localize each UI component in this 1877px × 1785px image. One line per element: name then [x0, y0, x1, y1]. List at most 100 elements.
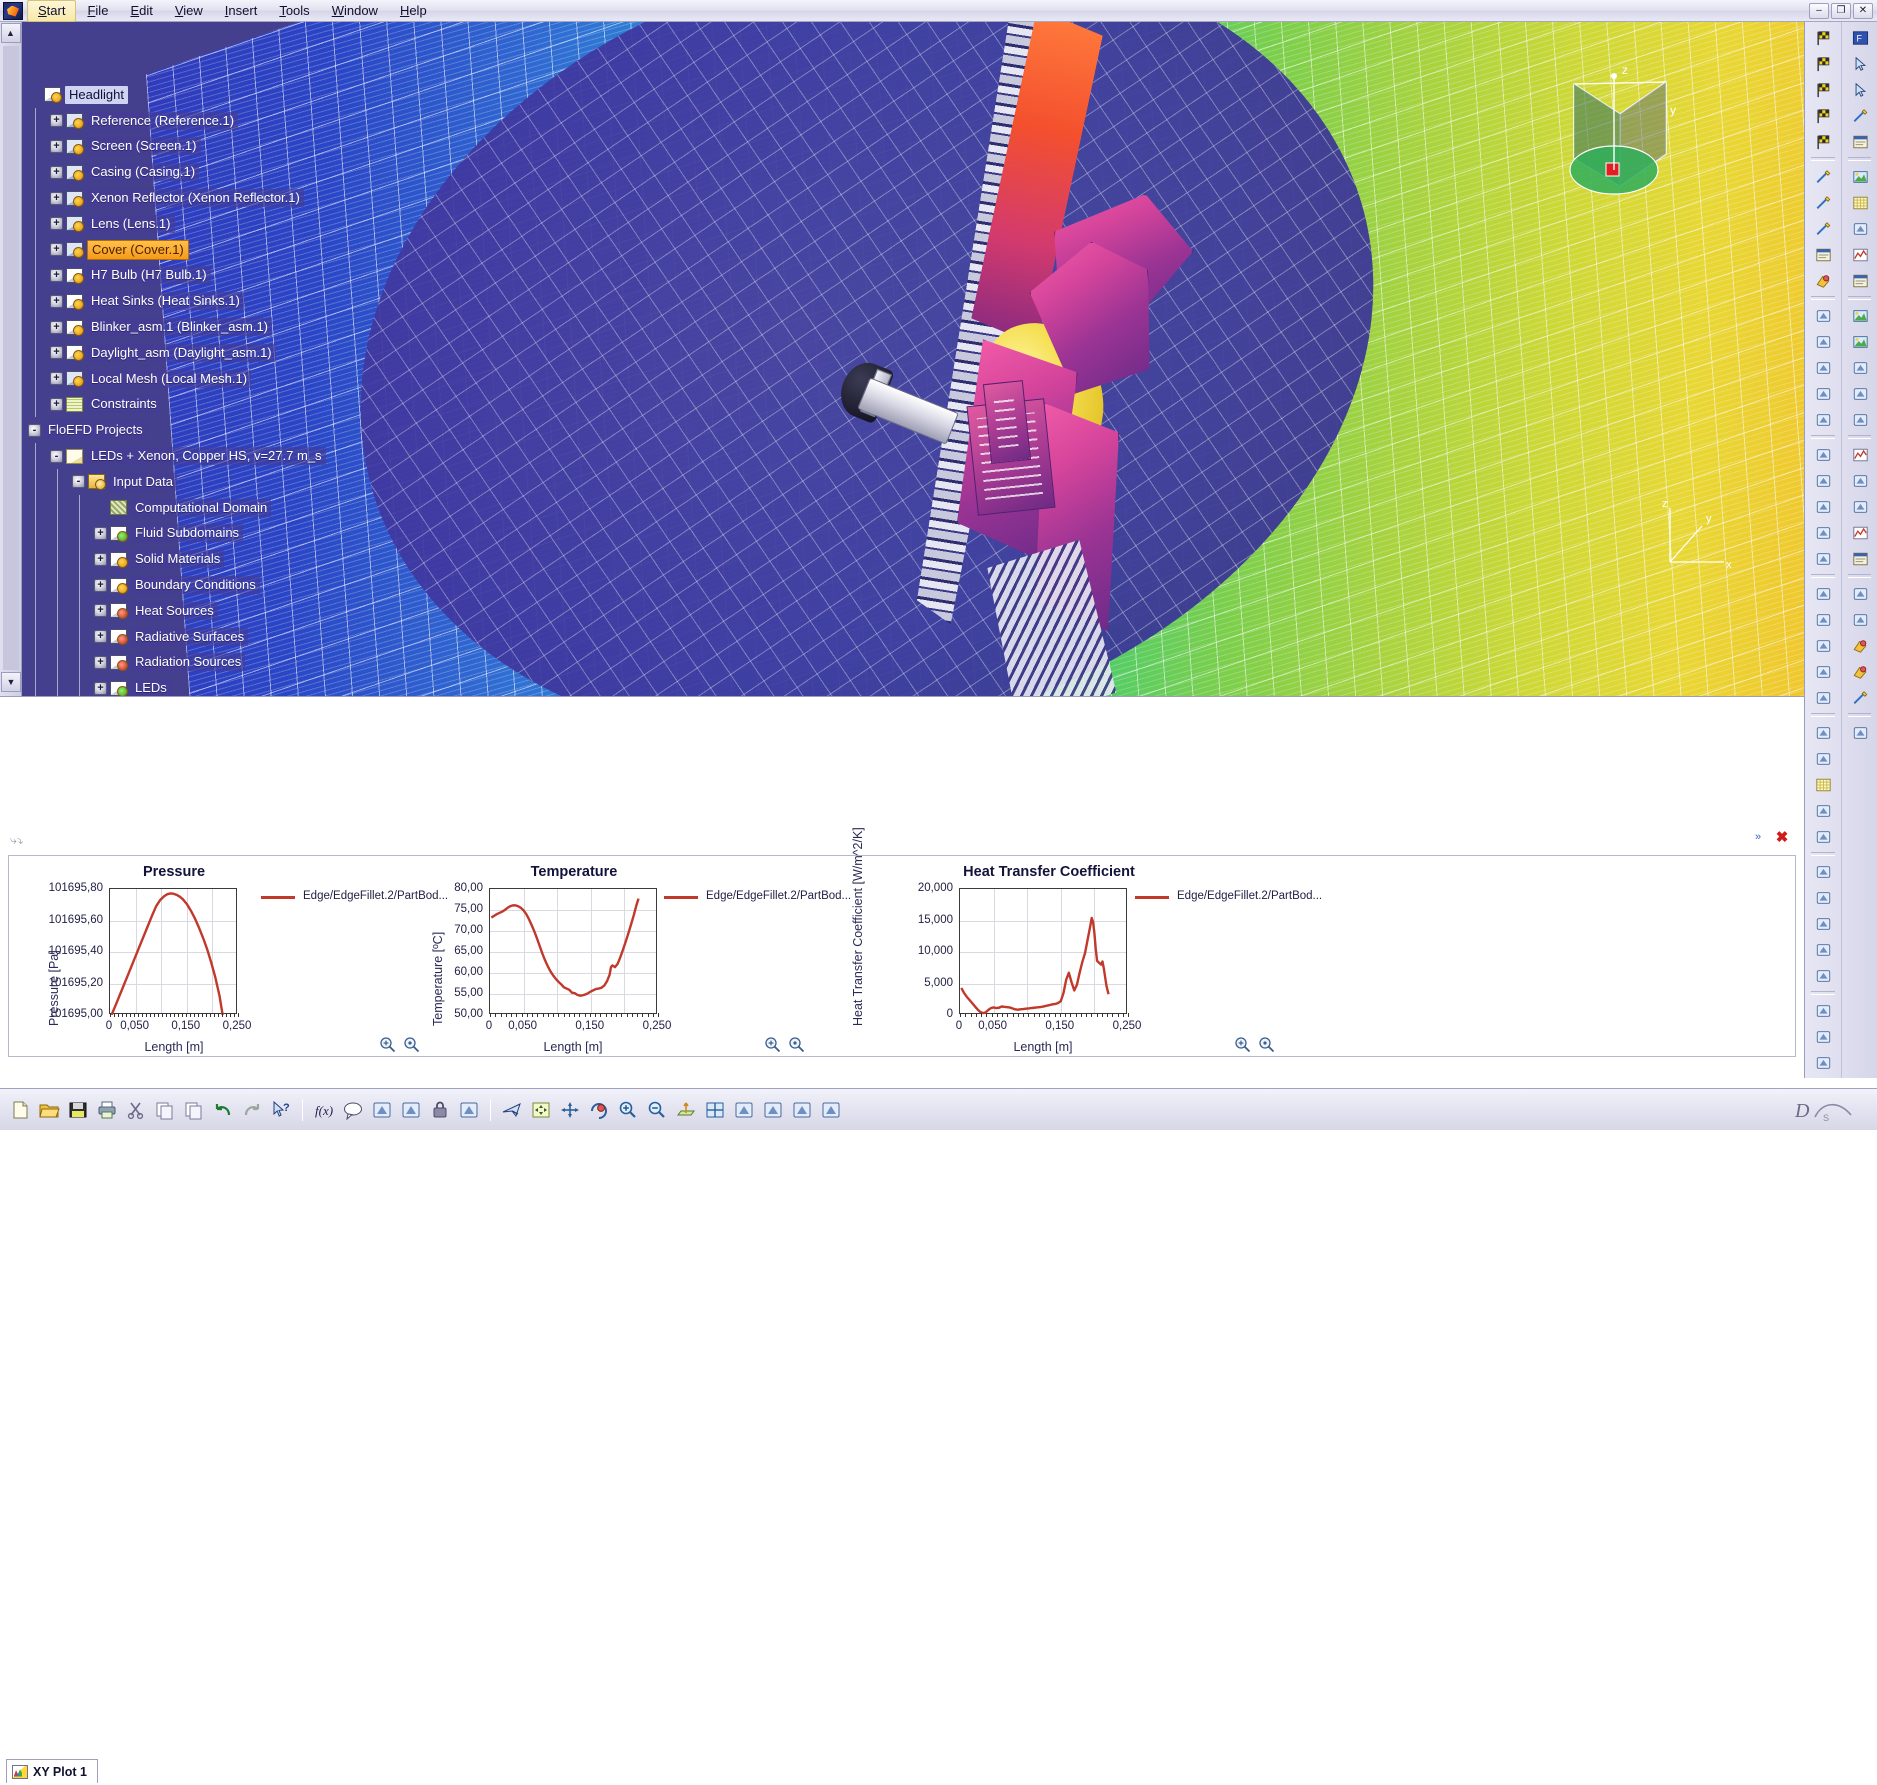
axis-icon[interactable] — [1808, 407, 1838, 432]
restore-button[interactable]: ❐ — [1831, 3, 1851, 19]
floefd-icon[interactable]: F — [1845, 25, 1875, 50]
undo-icon[interactable] — [209, 1096, 237, 1124]
tree-node-radiation-sources[interactable]: +Radiation Sources — [22, 650, 362, 676]
flag-point-icon[interactable] — [1808, 51, 1838, 76]
pattern-icon[interactable] — [1808, 772, 1838, 797]
tree-node-boundary-conditions[interactable]: +Boundary Conditions — [22, 572, 362, 598]
zoom-in-icon[interactable] — [764, 1036, 781, 1053]
report-icon[interactable] — [1845, 546, 1875, 571]
expand-node-icon[interactable]: + — [50, 166, 63, 179]
flag-curve-icon[interactable] — [1808, 129, 1838, 154]
measure-inertia-icon[interactable] — [1808, 216, 1838, 241]
plane-icon[interactable] — [1808, 329, 1838, 354]
draft-icon[interactable] — [1808, 659, 1838, 684]
surface-icon[interactable] — [1808, 963, 1838, 988]
collapse-node-icon[interactable]: - — [50, 450, 63, 463]
redo-icon[interactable] — [238, 1096, 266, 1124]
expand-node-icon[interactable]: + — [50, 140, 63, 153]
plot-resize-grip-icon[interactable]: ⤷⤵ — [10, 833, 23, 848]
flag-solid-icon[interactable] — [1808, 103, 1838, 128]
shaft-icon[interactable] — [1808, 494, 1838, 519]
tree-node-leds-xenon-copper-hs-v-27-7-m-s[interactable]: -LEDs + Xenon, Copper HS, v=27.7 m_s — [22, 443, 362, 469]
tree-scroll-up-button[interactable]: ▲ — [1, 23, 21, 43]
pad-icon[interactable] — [1808, 442, 1838, 467]
wand-icon[interactable] — [1845, 103, 1875, 128]
wireframe-icon[interactable] — [788, 1096, 816, 1124]
flag-plane-icon[interactable] — [1808, 77, 1838, 102]
expand-node-icon[interactable]: + — [50, 269, 63, 282]
fillet-icon[interactable] — [1808, 607, 1838, 632]
thickness-icon[interactable] — [1808, 720, 1838, 745]
pan-icon[interactable] — [556, 1096, 584, 1124]
analyze-icon[interactable] — [1845, 242, 1875, 267]
zoom-out-icon[interactable] — [403, 1036, 420, 1053]
flag-checkered-icon[interactable] — [1808, 25, 1838, 50]
minimize-button[interactable]: – — [1809, 3, 1829, 19]
zoom-out-icon[interactable] — [788, 1036, 805, 1053]
grid-icon[interactable] — [397, 1096, 425, 1124]
pocket-icon[interactable] — [1808, 468, 1838, 493]
expand-node-icon[interactable]: + — [50, 321, 63, 334]
join-icon[interactable] — [1808, 859, 1838, 884]
copy-icon[interactable] — [151, 1096, 179, 1124]
surface-param-icon[interactable] — [1845, 468, 1875, 493]
tab-xy-plot-1[interactable]: XY Plot 1 — [6, 1759, 98, 1783]
zoom-out-icon[interactable] — [643, 1096, 671, 1124]
image-icon[interactable] — [1845, 164, 1875, 189]
chamfer-icon[interactable] — [1808, 633, 1838, 658]
zoom-out-icon[interactable] — [1258, 1036, 1275, 1053]
specification-tree[interactable]: Headlight+Reference (Reference.1)+Screen… — [22, 22, 362, 696]
collapse-node-icon[interactable]: - — [72, 475, 85, 488]
xyplot-icon[interactable] — [1845, 442, 1875, 467]
tree-node-xenon-reflector-xenon-reflector-1[interactable]: +Xenon Reflector (Xenon Reflector.1) — [22, 185, 362, 211]
multi-view-icon[interactable] — [701, 1096, 729, 1124]
close-panel-button[interactable]: ✖ — [1774, 830, 1790, 846]
menu-edit[interactable]: Edit — [119, 0, 163, 22]
expand-node-icon[interactable]: + — [94, 579, 107, 592]
display-options-icon[interactable] — [1845, 607, 1875, 632]
expand-node-icon[interactable]: + — [94, 553, 107, 566]
apply-lighting-icon[interactable] — [1845, 659, 1875, 684]
tree-node-cover-cover-1[interactable]: +Cover (Cover.1) — [22, 237, 362, 263]
blend-icon[interactable] — [1808, 1050, 1838, 1075]
expand-node-icon[interactable]: + — [94, 527, 107, 540]
menu-view[interactable]: View — [164, 0, 214, 22]
hole-icon[interactable] — [1808, 546, 1838, 571]
tree-node-heat-sources[interactable]: +Heat Sources — [22, 598, 362, 624]
mesh-grid-icon[interactable] — [1845, 190, 1875, 215]
shading-icon[interactable] — [730, 1096, 758, 1124]
results-icon[interactable] — [1845, 268, 1875, 293]
tree-node-heat-sinks-heat-sinks-1[interactable]: +Heat Sinks (Heat Sinks.1) — [22, 288, 362, 314]
tree-scroll-down-button[interactable]: ▼ — [1, 672, 21, 692]
groove-icon[interactable] — [1808, 520, 1838, 545]
loft-icon[interactable] — [1808, 1024, 1838, 1049]
cut-scissors-icon[interactable] — [122, 1096, 150, 1124]
hidden-edges-icon[interactable] — [817, 1096, 845, 1124]
cutplot-icon[interactable] — [1845, 303, 1875, 328]
surface-plot-icon[interactable] — [1845, 329, 1875, 354]
shell-icon[interactable] — [1808, 685, 1838, 710]
parameters-icon[interactable] — [455, 1096, 483, 1124]
expand-node-icon[interactable]: + — [50, 217, 63, 230]
pressure-chart-plot-area[interactable] — [109, 888, 237, 1014]
collapse-panel-button[interactable]: » — [1750, 831, 1766, 845]
fly-mode-icon[interactable] — [498, 1096, 526, 1124]
isosurface-icon[interactable] — [1845, 355, 1875, 380]
print-icon[interactable] — [93, 1096, 121, 1124]
view-compass[interactable]: z y — [1554, 62, 1684, 202]
tree-node-radiative-surfaces[interactable]: +Radiative Surfaces — [22, 624, 362, 650]
calendar-icon[interactable] — [1845, 129, 1875, 154]
menu-window[interactable]: Window — [321, 0, 389, 22]
flow-trajectory-icon[interactable] — [1845, 381, 1875, 406]
tree-node-daylight-asm-daylight-asm-1[interactable]: +Daylight_asm (Daylight_asm.1) — [22, 340, 362, 366]
line-icon[interactable] — [1808, 381, 1838, 406]
extract-icon[interactable] — [1808, 911, 1838, 936]
temperature-chart-plot-area[interactable] — [489, 888, 657, 1014]
expand-node-icon[interactable]: + — [94, 656, 107, 669]
measure-item-icon[interactable] — [1808, 164, 1838, 189]
tree-node-solid-materials[interactable]: +Solid Materials — [22, 546, 362, 572]
tree-scrollbar-track[interactable] — [3, 46, 19, 670]
mirror-icon[interactable] — [1808, 746, 1838, 771]
zoom-in-icon[interactable] — [614, 1096, 642, 1124]
tree-node-fluid-subdomains[interactable]: +Fluid Subdomains — [22, 521, 362, 547]
